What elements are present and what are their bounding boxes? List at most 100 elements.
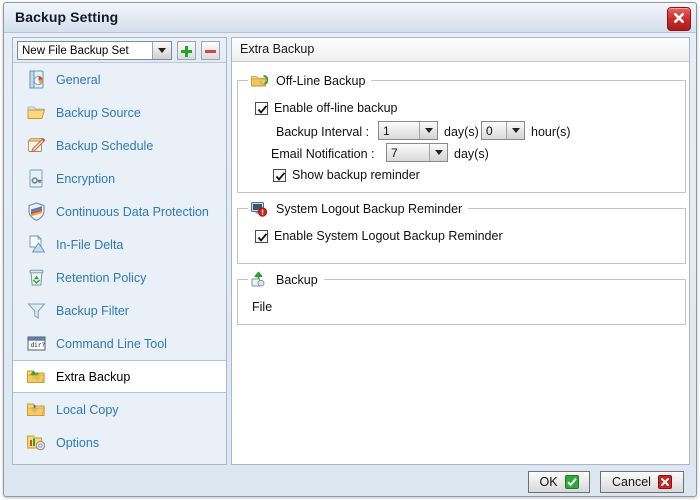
upload-arrow-icon <box>250 271 268 289</box>
note-pencil-icon <box>25 135 47 157</box>
offline-backup-title: Off-Line Backup <box>276 74 366 88</box>
content-header: Extra Backup <box>232 38 689 62</box>
backup-interval-days-value: 1 <box>383 123 390 138</box>
system-logout-reminder-group: System Logout Backup Reminder Enable Sys… <box>237 198 686 264</box>
folder-open-icon <box>25 102 47 124</box>
folder-down-arrow-icon <box>25 399 47 421</box>
sidebar-item-label: Continuous Data Protection <box>56 204 209 219</box>
sidebar-item-command-line-tool[interactable]: dir? Command Line Tool <box>13 327 226 360</box>
backup-set-toolbar: New File Backup Set <box>13 38 226 63</box>
cancel-button-label: Cancel <box>612 475 651 489</box>
sidebar-item-extra-backup[interactable]: Extra Backup <box>13 360 226 393</box>
backup-group-legend: Backup <box>248 269 324 291</box>
close-window-button[interactable] <box>667 7 691 31</box>
backup-interval-days-select[interactable]: 1 <box>378 121 438 140</box>
backup-interval-hours-select[interactable]: 0 <box>481 121 525 140</box>
show-backup-reminder-row[interactable]: Show backup reminder <box>273 168 420 182</box>
email-notification-days-select[interactable]: 7 <box>386 143 448 162</box>
window-title: Backup Setting <box>15 9 119 25</box>
dialog-footer: OK Cancel <box>4 469 696 498</box>
sidebar-item-backup-schedule[interactable]: Backup Schedule <box>13 129 226 162</box>
backup-interval-days-unit: day(s) <box>444 125 479 139</box>
backup-interval-hours-value: 0 <box>486 123 493 138</box>
enable-offline-backup-checkbox[interactable] <box>255 101 268 115</box>
document-chart-icon <box>25 69 47 91</box>
sidebar-item-general[interactable]: General <box>13 63 226 96</box>
show-backup-reminder-label: Show backup reminder <box>292 168 420 182</box>
sidebar-item-label: Retention Policy <box>56 270 147 285</box>
enable-offline-backup-row[interactable]: Enable off-line backup <box>255 101 397 115</box>
recycle-bin-icon <box>25 267 47 289</box>
enable-system-logout-reminder-checkbox[interactable] <box>255 229 268 243</box>
backup-group-title: Backup <box>276 273 318 287</box>
settings-content-panel: Extra Backup Off-Line Backup Enable off-… <box>231 37 690 465</box>
cancel-button[interactable]: Cancel <box>600 471 684 493</box>
sidebar-item-label: General <box>56 72 101 87</box>
console-window-icon: dir? <box>25 333 47 355</box>
red-x-icon <box>657 475 672 489</box>
sidebar-item-encryption[interactable]: Encryption <box>13 162 226 195</box>
email-notification-days-value: 7 <box>391 145 398 160</box>
document-key-icon <box>25 168 47 190</box>
show-backup-reminder-checkbox[interactable] <box>273 168 286 182</box>
chevron-down-icon <box>429 144 447 161</box>
system-logout-reminder-title: System Logout Backup Reminder <box>276 202 463 216</box>
offline-backup-legend: Off-Line Backup <box>248 70 372 92</box>
ok-button[interactable]: OK <box>528 471 590 493</box>
ok-button-label: OK <box>539 475 558 489</box>
backup-setting-window: Backup Setting New File Backup Set Gener… <box>3 2 697 497</box>
sidebar-item-continuous-data-protection[interactable]: Continuous Data Protection <box>13 195 226 228</box>
email-notification-days-unit: day(s) <box>454 147 489 161</box>
enable-system-logout-reminder-row[interactable]: Enable System Logout Backup Reminder <box>255 229 503 243</box>
folder-up-down-arrows-icon <box>25 366 47 388</box>
check-icon <box>257 104 268 114</box>
shield-icon <box>25 201 47 223</box>
check-icon <box>257 232 268 242</box>
chevron-down-icon <box>506 122 524 139</box>
sidebar-item-label: Backup Source <box>56 105 141 120</box>
folder-gear-icon <box>25 432 47 454</box>
svg-text:dir?: dir? <box>30 342 45 349</box>
backup-interval-hours-unit: hour(s) <box>531 125 571 139</box>
backup-set-select-value: New File Backup Set <box>22 44 129 57</box>
sidebar-item-backup-filter[interactable]: Backup Filter <box>13 294 226 327</box>
sidebar-item-in-file-delta[interactable]: In-File Delta <box>13 228 226 261</box>
sidebar-item-local-copy[interactable]: Local Copy <box>13 393 226 426</box>
sidebar-item-backup-source[interactable]: Backup Source <box>13 96 226 129</box>
sidebar-item-label: In-File Delta <box>56 237 124 252</box>
funnel-icon <box>25 300 47 322</box>
backup-interval-label: Backup Interval : <box>276 125 370 139</box>
chevron-down-icon <box>152 42 171 59</box>
sidebar-item-label: Options <box>56 435 100 450</box>
backup-group-body-text: File <box>252 300 273 314</box>
backup-set-select[interactable]: New File Backup Set <box>17 41 172 60</box>
sidebar-item-label: Encryption <box>56 171 116 186</box>
sidebar-item-label: Backup Filter <box>56 303 129 318</box>
sidebar-item-label: Local Copy <box>56 402 119 417</box>
settings-nav-list: General Backup Source Backup Schedule En… <box>13 63 226 464</box>
email-notification-label: Email Notification : <box>271 147 375 161</box>
sidebar-item-retention-policy[interactable]: Retention Policy <box>13 261 226 294</box>
close-x-icon <box>668 11 690 25</box>
sidebar-item-options[interactable]: Options <box>13 426 226 459</box>
green-check-icon <box>564 475 579 489</box>
sidebar-item-label: Backup Schedule <box>56 138 154 153</box>
sidebar-item-label: Extra Backup <box>56 369 131 384</box>
enable-system-logout-reminder-label: Enable System Logout Backup Reminder <box>274 229 503 243</box>
dialog-body: New File Backup Set General Backup Sourc… <box>4 33 696 498</box>
check-icon <box>275 171 286 181</box>
page-delta-icon <box>25 234 47 256</box>
settings-sidebar: New File Backup Set General Backup Sourc… <box>12 37 227 465</box>
title-bar: Backup Setting <box>4 3 696 33</box>
remove-backup-set-button[interactable] <box>201 41 220 60</box>
offline-backup-group: Off-Line Backup Enable off-line backup B… <box>237 70 686 193</box>
system-logout-reminder-legend: System Logout Backup Reminder <box>248 198 469 220</box>
sidebar-item-label: Command Line Tool <box>56 336 167 351</box>
enable-offline-backup-label: Enable off-line backup <box>274 101 398 115</box>
monitor-alert-icon <box>250 200 268 218</box>
offline-sync-icon <box>250 72 268 90</box>
content-header-title: Extra Backup <box>240 42 315 56</box>
add-backup-set-button[interactable] <box>177 41 196 60</box>
chevron-down-icon <box>419 122 437 139</box>
backup-group: Backup File <box>237 269 686 325</box>
